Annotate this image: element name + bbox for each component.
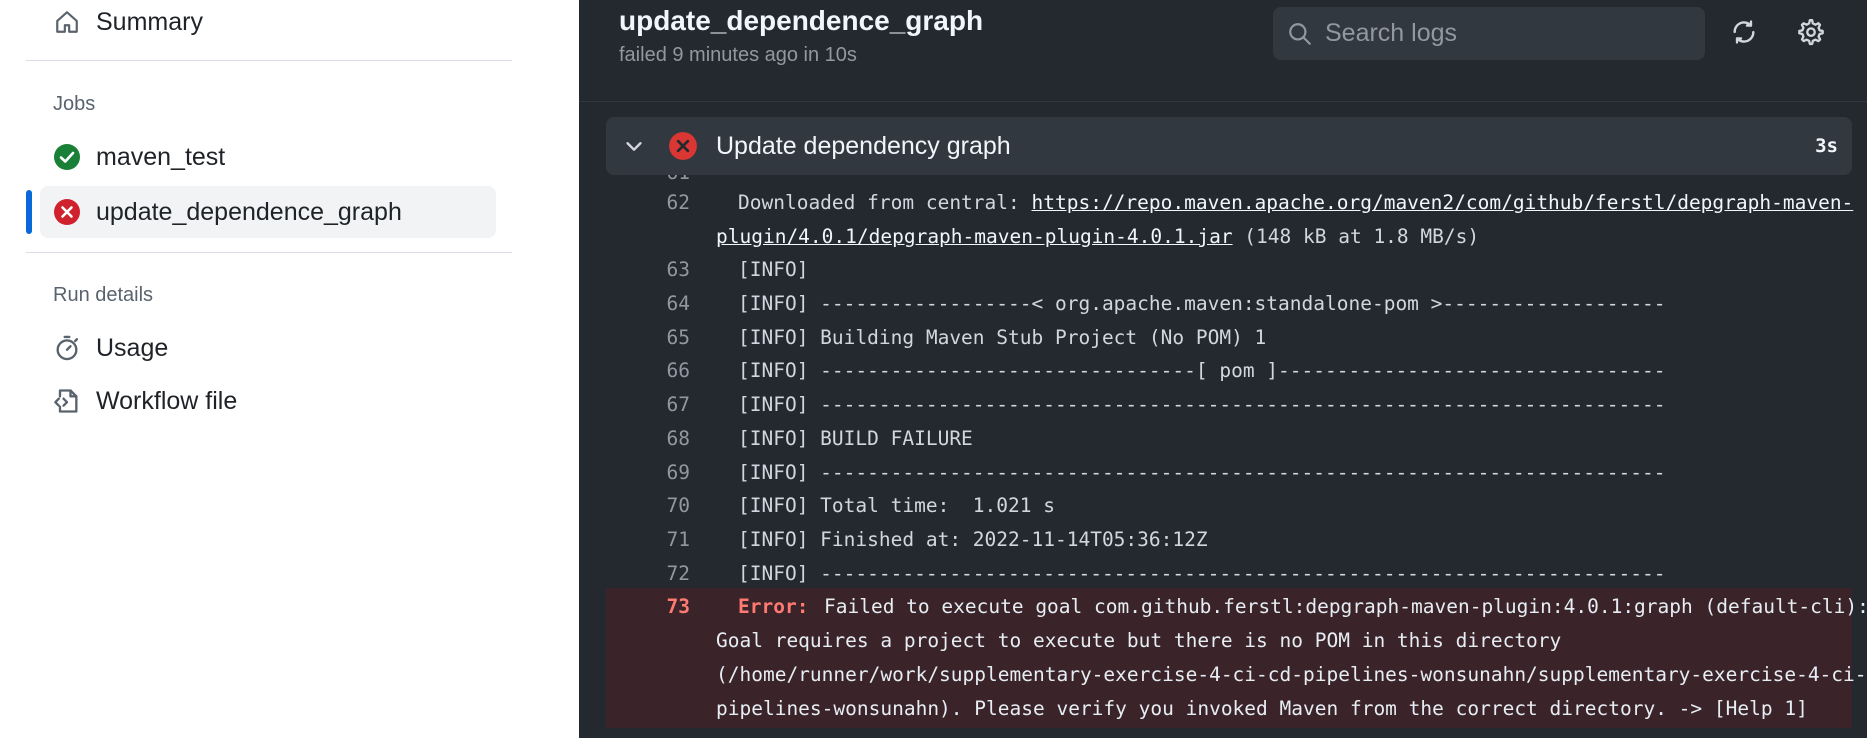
log-text: Downloaded from central: https://repo.ma… xyxy=(738,191,1853,214)
log-text-continued: plugin/4.0.1/depgraph-maven-plugin-4.0.1… xyxy=(716,225,1479,248)
sidebar-divider xyxy=(26,252,512,253)
header-divider xyxy=(579,101,1867,102)
line-number[interactable]: 65 xyxy=(606,326,690,349)
log-text: [INFO] ---------------------------------… xyxy=(738,460,1666,484)
log-line: 61 xyxy=(606,175,1852,184)
run-details-heading: Run details xyxy=(53,284,154,306)
log-lines: 61 62 Downloaded from central: https://r… xyxy=(606,175,1867,729)
line-number[interactable]: 67 xyxy=(606,393,690,416)
log-text: [INFO] BUILD FAILURE xyxy=(738,426,973,450)
line-number[interactable]: 63 xyxy=(606,258,690,281)
sidebar-item-label: update_dependence_graph xyxy=(96,197,402,226)
error-text: Goal requires a project to execute but t… xyxy=(716,629,1562,653)
line-number[interactable]: 62 xyxy=(606,191,690,214)
log-line: 62 Downloaded from central: https://repo… xyxy=(606,184,1854,251)
sidebar-divider xyxy=(26,60,512,61)
error-text: Failed to execute goal com.github.ferstl… xyxy=(824,595,1867,619)
error-text: (/home/runner/work/supplementary-exercis… xyxy=(716,663,1867,687)
jobs-heading: Jobs xyxy=(53,93,96,115)
log-prefix: Downloaded from central: xyxy=(738,191,1032,214)
log-text: [INFO] Finished at: 2022-11-14T05:36:12Z xyxy=(738,527,1208,551)
sidebar-item-label: Workflow file xyxy=(96,386,238,415)
sidebar-item-label: Summary xyxy=(96,7,203,36)
search-placeholder: Search logs xyxy=(1325,19,1458,47)
search-icon xyxy=(1285,19,1315,49)
sidebar-item-label: maven_test xyxy=(96,142,226,171)
job-title: update_dependence_graph xyxy=(619,5,984,36)
settings-button[interactable] xyxy=(1795,18,1827,50)
line-number[interactable]: 61 xyxy=(606,175,690,184)
artifact-link[interactable]: https://repo.maven.apache.org/maven2/com… xyxy=(1032,191,1854,214)
log-text: [INFO] --------------------------------[… xyxy=(738,359,1666,383)
search-logs-input[interactable]: Search logs xyxy=(1273,7,1705,60)
line-number[interactable]: 64 xyxy=(606,292,690,315)
log-line: 70 [INFO] Total time: 1.021 s xyxy=(606,487,1852,521)
x-circle-icon xyxy=(52,197,82,227)
home-icon xyxy=(52,7,82,37)
log-line: 65 [INFO] Building Maven Stub Project (N… xyxy=(606,319,1852,353)
sidebar-item-job-update-dependence-graph[interactable]: update_dependence_graph xyxy=(40,186,496,238)
log-text: [INFO] ---------------------------------… xyxy=(738,393,1666,417)
sync-icon xyxy=(1730,18,1758,51)
x-circle-icon xyxy=(668,131,698,161)
log-line: 69 [INFO] ------------------------------… xyxy=(606,454,1852,488)
line-number[interactable]: 71 xyxy=(606,528,690,551)
sidebar: Summary Jobs maven_test update_dependenc… xyxy=(0,0,579,738)
error-log-line: 73 Error: Failed to execute goal com.git… xyxy=(606,588,1867,729)
step-name: Update dependency graph xyxy=(716,131,1011,160)
log-line: 63 [INFO] xyxy=(606,251,1852,285)
sidebar-item-summary[interactable]: Summary xyxy=(40,0,496,48)
line-number[interactable]: 69 xyxy=(606,461,690,484)
line-number[interactable]: 68 xyxy=(606,427,690,450)
line-number[interactable]: 73 xyxy=(606,595,690,618)
line-number[interactable]: 66 xyxy=(606,359,690,382)
log-panel: update_dependence_graph failed 9 minutes… xyxy=(579,0,1867,738)
step-duration: 3s xyxy=(1815,135,1838,157)
log-line: 67 [INFO] ------------------------------… xyxy=(606,386,1852,420)
job-status: failed 9 minutes ago in 10s xyxy=(619,44,857,66)
log-line: 72 [INFO] ------------------------------… xyxy=(606,555,1852,589)
log-line: 71 [INFO] Finished at: 2022-11-14T05:36:… xyxy=(606,521,1852,555)
refresh-button[interactable] xyxy=(1728,18,1760,50)
sidebar-item-job-maven-test[interactable]: maven_test xyxy=(40,131,496,183)
active-indicator xyxy=(26,190,32,234)
log-text: [INFO] Total time: 1.021 s xyxy=(738,494,1055,518)
step-header[interactable]: Update dependency graph 3s xyxy=(606,117,1852,175)
log-text: [INFO] Building Maven Stub Project (No P… xyxy=(738,325,1267,349)
check-circle-icon xyxy=(52,142,82,172)
sidebar-item-usage[interactable]: Usage xyxy=(40,322,496,374)
error-label: Error: xyxy=(738,595,809,619)
log-text: [INFO] ---------------------------------… xyxy=(738,561,1666,585)
log-line: 66 [INFO] ------------------------------… xyxy=(606,352,1852,386)
error-text: pipelines-wonsunahn). Please verify you … xyxy=(716,697,1808,721)
file-code-icon xyxy=(52,386,82,416)
chevron-down-icon[interactable] xyxy=(620,132,648,160)
log-line: 64 [INFO] ------------------< org.apache… xyxy=(606,285,1852,319)
log-text: [INFO] xyxy=(738,258,809,282)
artifact-link[interactable]: plugin/4.0.1/depgraph-maven-plugin-4.0.1… xyxy=(716,225,1233,248)
stopwatch-icon xyxy=(52,333,82,363)
sidebar-item-label: Usage xyxy=(96,333,169,362)
log-text: [INFO] ------------------< org.apache.ma… xyxy=(738,292,1666,316)
log-line: 68 [INFO] BUILD FAILURE xyxy=(606,420,1852,454)
line-number[interactable]: 72 xyxy=(606,562,690,585)
gear-icon xyxy=(1797,18,1825,51)
log-suffix: (148 kB at 1.8 MB/s) xyxy=(1232,225,1480,248)
sidebar-item-workflow-file[interactable]: Workflow file xyxy=(40,375,496,427)
line-number[interactable]: 70 xyxy=(606,494,690,517)
